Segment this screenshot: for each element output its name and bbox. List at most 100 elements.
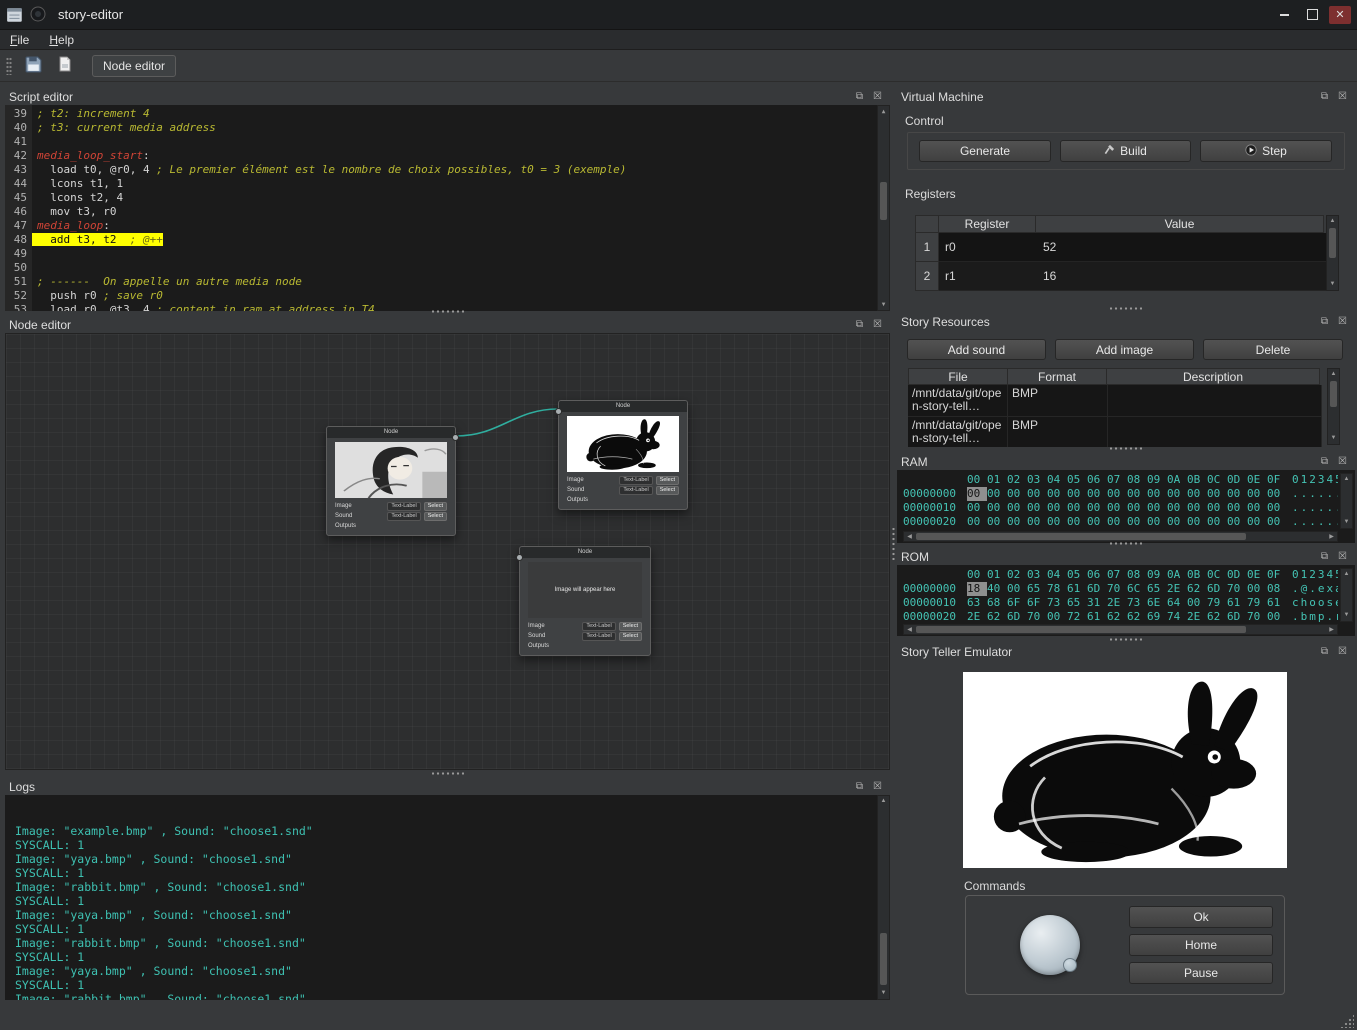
hex-byte-cell[interactable]: 70 — [1247, 610, 1267, 622]
logs-vertical-scrollbar[interactable] — [877, 795, 890, 1000]
scroll-up-icon[interactable] — [1341, 569, 1352, 580]
undock-icon[interactable] — [853, 90, 866, 103]
hex-byte-cell[interactable]: 00 — [1147, 501, 1167, 515]
hex-byte-cell[interactable]: 6D — [1207, 582, 1227, 596]
select-button[interactable]: Select — [656, 486, 679, 495]
hex-row[interactable]: 0000002000000000000000000000000000000000… — [903, 515, 1338, 529]
hex-row[interactable]: 0000000000000000000000000000000000000000… — [903, 487, 1338, 501]
hex-byte-cell[interactable]: 65 — [1147, 582, 1167, 596]
value-column-header[interactable]: Value — [1035, 215, 1324, 233]
hex-byte-cell[interactable]: 00 — [1047, 610, 1067, 622]
hex-byte-cell[interactable]: 72 — [1067, 610, 1087, 622]
node-text-chip[interactable]: Text-Label — [619, 486, 652, 495]
hex-byte-cell[interactable]: 00 — [1007, 487, 1027, 501]
hex-byte-cell[interactable]: 00 — [1167, 487, 1187, 501]
hex-byte-cell[interactable]: 68 — [987, 596, 1007, 610]
export-button[interactable] — [52, 54, 78, 78]
hex-byte-cell[interactable]: 65 — [1067, 596, 1087, 610]
close-icon[interactable] — [871, 90, 884, 103]
add-sound-button[interactable]: Add sound — [907, 339, 1046, 360]
node-canvas[interactable]: Node Image Text-Label Select Sound Text-… — [5, 333, 890, 770]
hex-byte-cell[interactable]: 62 — [1127, 610, 1147, 622]
hex-byte-cell[interactable]: 61 — [1227, 596, 1247, 610]
output-pin[interactable] — [452, 434, 459, 441]
minimize-button[interactable] — [1273, 6, 1295, 24]
hex-byte-cell[interactable]: 00 — [1227, 501, 1247, 515]
hex-byte-cell[interactable]: 00 — [987, 515, 1007, 529]
hex-byte-cell[interactable]: 61 — [1087, 610, 1107, 622]
scroll-down-icon[interactable] — [1341, 517, 1352, 528]
hex-byte-cell[interactable]: 08 — [1267, 582, 1287, 596]
hex-byte-cell[interactable]: 00 — [1267, 487, 1287, 501]
build-button[interactable]: Build — [1060, 140, 1191, 162]
scroll-down-icon[interactable] — [1327, 279, 1338, 290]
scroll-left-icon[interactable] — [904, 532, 915, 541]
hex-byte-cell[interactable]: 00 — [987, 487, 1007, 501]
close-icon[interactable] — [871, 318, 884, 331]
description-column-header[interactable]: Description — [1106, 368, 1320, 385]
file-cell[interactable]: /mnt/data/git/open-story-tell… — [908, 417, 1008, 447]
select-button[interactable]: Select — [619, 632, 642, 641]
script-vertical-scrollbar[interactable] — [877, 105, 890, 311]
splitter-handle[interactable] — [1110, 446, 1142, 451]
hex-byte-cell[interactable]: 6D — [1007, 610, 1027, 622]
script-editor[interactable]: 39; t2: increment 440; t3: current media… — [5, 105, 890, 311]
close-icon[interactable] — [1336, 455, 1349, 468]
close-button[interactable] — [1329, 6, 1351, 24]
hex-byte-cell[interactable]: 00 — [1127, 515, 1147, 529]
hex-byte-cell[interactable]: 70 — [1027, 610, 1047, 622]
delete-button[interactable]: Delete — [1203, 339, 1343, 360]
register-row[interactable]: 2 r1 16 — [915, 262, 1326, 291]
menu-file[interactable]: File — [0, 33, 39, 47]
hex-byte-cell[interactable]: 61 — [1267, 596, 1287, 610]
hex-byte-cell[interactable]: 79 — [1247, 596, 1267, 610]
step-button[interactable]: Step — [1200, 140, 1332, 162]
hex-byte-cell[interactable]: 6F — [1007, 596, 1027, 610]
format-cell[interactable]: BMP — [1008, 417, 1108, 447]
node-editor-toggle-button[interactable]: Node editor — [92, 55, 176, 77]
scroll-down-icon[interactable] — [1328, 433, 1339, 444]
generate-button[interactable]: Generate — [919, 140, 1051, 162]
scroll-down-icon[interactable] — [878, 299, 889, 310]
scroll-up-icon[interactable] — [1327, 216, 1338, 227]
format-cell[interactable]: BMP — [1008, 385, 1108, 417]
column-splitter-handle[interactable] — [891, 528, 896, 560]
hex-byte-cell[interactable]: 6D — [1087, 582, 1107, 596]
splitter-handle[interactable] — [432, 309, 464, 314]
scroll-up-icon[interactable] — [878, 106, 889, 117]
hex-byte-cell[interactable]: 00 — [1107, 515, 1127, 529]
registers-table[interactable]: Register Value 1 r0 52 2 r1 16 — [915, 215, 1326, 291]
register-value-cell[interactable]: 16 — [1037, 262, 1326, 291]
undock-icon[interactable] — [1318, 550, 1331, 563]
hex-byte-cell[interactable]: 70 — [1227, 582, 1247, 596]
hex-byte-cell[interactable]: 2E — [967, 610, 987, 622]
media-node-empty[interactable]: Node Image will appear here Image Text-L… — [519, 546, 651, 656]
hex-byte-cell[interactable]: 00 — [967, 501, 987, 515]
scroll-left-icon[interactable] — [904, 625, 915, 634]
node-text-chip[interactable]: Text-Label — [582, 622, 615, 631]
node-text-chip[interactable]: Text-Label — [619, 476, 652, 485]
hex-byte-cell[interactable]: 00 — [1207, 487, 1227, 501]
hex-byte-cell[interactable]: 00 — [1007, 501, 1027, 515]
node-text-chip[interactable]: Text-Label — [387, 502, 420, 511]
hex-row[interactable]: 000000202E626D70007261626269742E626D7000… — [903, 610, 1338, 622]
hex-byte-cell[interactable]: 73 — [1127, 596, 1147, 610]
node-text-chip[interactable]: Text-Label — [582, 632, 615, 641]
scroll-up-icon[interactable] — [878, 796, 889, 807]
hex-byte-cell[interactable]: 00 — [1147, 487, 1167, 501]
hex-byte-cell[interactable]: 00 — [1267, 501, 1287, 515]
register-name-cell[interactable]: r1 — [939, 262, 1037, 291]
hex-row[interactable]: 000000001840006578616D706C652E626D700008… — [903, 582, 1338, 596]
undock-icon[interactable] — [1318, 90, 1331, 103]
scroll-down-icon[interactable] — [1341, 610, 1352, 621]
resource-row[interactable]: /mnt/data/git/open-story-tell… BMP — [908, 385, 1322, 417]
register-column-header[interactable]: Register — [938, 215, 1036, 233]
scroll-up-icon[interactable] — [1328, 369, 1339, 380]
select-button[interactable]: Select — [619, 622, 642, 631]
register-row[interactable]: 1 r0 52 — [915, 233, 1326, 262]
close-icon[interactable] — [1336, 315, 1349, 328]
file-cell[interactable]: /mnt/data/git/open-story-tell… — [908, 385, 1008, 417]
hex-byte-cell[interactable]: 00 — [1047, 515, 1067, 529]
hex-byte-cell[interactable]: 00 — [1007, 582, 1027, 596]
hex-byte-cell[interactable]: 00 — [1207, 515, 1227, 529]
